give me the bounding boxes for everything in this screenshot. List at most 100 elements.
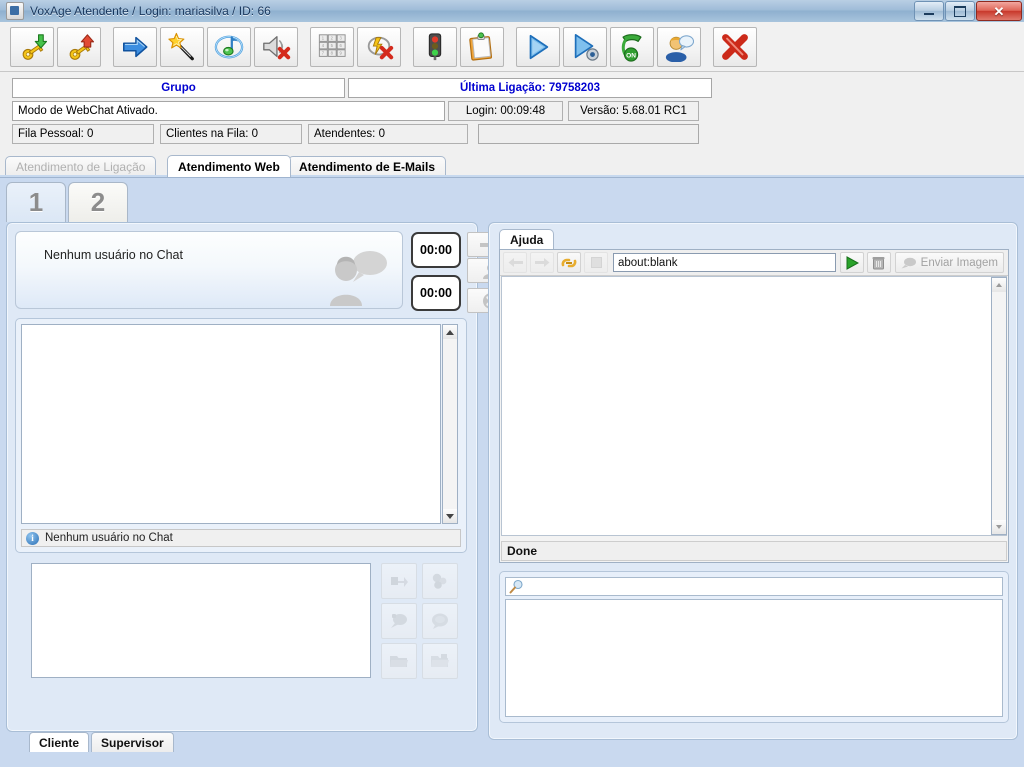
traffic-light-icon (428, 32, 442, 60)
sub-tab-label: Supervisor (101, 735, 164, 750)
audio-button[interactable] (207, 26, 251, 67)
title-bar: VoxAge Atendente / Login: mariasilva / I… (0, 0, 1024, 23)
trash-icon (872, 256, 885, 269)
agent-chat-button[interactable] (657, 26, 701, 67)
search-row[interactable] (505, 577, 1003, 596)
composer-button-grid (381, 563, 459, 679)
browser-reload-button[interactable] (557, 252, 581, 273)
chat-transcript[interactable] (21, 324, 441, 524)
form-button[interactable] (460, 26, 504, 67)
browser-toolbar: about:blank Enviar Imagem (500, 250, 1008, 276)
speaker-mute-icon (263, 35, 291, 59)
music-note-icon (214, 35, 244, 58)
session-tab-2[interactable]: 2 (68, 182, 128, 222)
logout-key-button[interactable] (57, 26, 101, 67)
attach-icon (432, 573, 447, 589)
chat-header-text: Nenhum usuário no Chat (44, 248, 183, 262)
java-coffee-cup-icon (6, 2, 24, 20)
exit-button[interactable] (713, 26, 757, 67)
search-results[interactable] (505, 599, 1003, 717)
close-button[interactable]: ✕ (976, 1, 1022, 21)
session-tab-1[interactable]: 1 (6, 182, 66, 222)
chat-status-text: Nenhum usuário no Chat (45, 532, 173, 544)
chat-header-box: Nenhum usuário no Chat (15, 231, 403, 309)
keypad-icon: 123 456 789 (318, 33, 346, 57)
user-chat-icon (665, 34, 694, 62)
traffic-light-button[interactable] (413, 26, 457, 67)
search-panel (499, 571, 1009, 723)
play-record-icon (574, 33, 599, 61)
scroll-track[interactable] (443, 339, 457, 509)
browser-back-button[interactable] (503, 252, 527, 273)
login-key-icon (22, 33, 47, 60)
magnifier-icon (509, 579, 523, 594)
svg-text:ON: ON (626, 52, 636, 59)
keypad-button[interactable]: 123 456 789 (310, 26, 354, 67)
chat-pane: Nenhum usuário no Chat 00:00 00:00 i Nen… (6, 222, 515, 752)
magic-wand-star-icon (168, 32, 194, 60)
login-timer-field: Login: 00:09:48 (448, 101, 563, 121)
clipboard-icon (469, 31, 493, 61)
link-chain-icon (561, 258, 577, 267)
sub-tab-label: Cliente (39, 735, 80, 750)
blue-arrow-right-icon (123, 36, 148, 57)
window-controls: ✕ (913, 1, 1022, 21)
url-input[interactable]: about:blank (613, 253, 836, 272)
help-page-content[interactable] (501, 276, 1007, 536)
scroll-down-arrow[interactable] (992, 520, 1006, 534)
scroll-up-arrow[interactable] (992, 278, 1006, 292)
mute-button[interactable] (254, 26, 298, 67)
play-record-button[interactable] (563, 26, 607, 67)
scroll-down-arrow[interactable] (443, 509, 457, 523)
minimize-button[interactable] (914, 1, 944, 21)
help-pane: Ajuda about:blank Enviar Imagem Done (488, 222, 1018, 740)
versao-field: Versão: 5.68.01 RC1 (568, 101, 699, 121)
login-key-button[interactable] (10, 26, 54, 67)
scroll-track[interactable] (992, 292, 1006, 520)
wizard-button[interactable] (160, 26, 204, 67)
send-file-button[interactable] (381, 563, 417, 599)
atendentes-field: Atendentes: 0 (308, 124, 468, 144)
sub-tab-supervisor[interactable]: Supervisor (91, 732, 174, 752)
speech-bubble-button[interactable] (422, 603, 458, 639)
red-x-icon (722, 33, 748, 60)
folder-send-icon (390, 656, 408, 667)
content-area: 1 2 Nenhum usuário no Chat 00:00 00:00 i… (0, 177, 1024, 767)
tab-atendimento-de-ligacao[interactable]: Atendimento de Ligação (5, 156, 157, 177)
help-browser: about:blank Enviar Imagem Done (499, 249, 1009, 563)
quick-reply-button[interactable] (381, 603, 417, 639)
phone-on-icon: ON (621, 33, 642, 62)
browser-stop-button[interactable] (584, 252, 608, 273)
forward-button[interactable] (113, 26, 157, 67)
maximize-button[interactable] (945, 1, 975, 21)
tab-label: Atendimento de E-Mails (299, 160, 436, 174)
sub-tab-cliente[interactable]: Cliente (29, 732, 90, 752)
send-file-icon (391, 577, 408, 587)
chat-timer-top: 00:00 (411, 232, 461, 268)
stop-icon (590, 257, 602, 268)
help-scrollbar[interactable] (991, 277, 1007, 535)
browser-forward-button[interactable] (530, 252, 554, 273)
chat-transcript-box: i Nenhum usuário no Chat (15, 318, 467, 553)
browser-clear-button[interactable] (866, 252, 891, 273)
tab-atendimento-de-emails[interactable]: Atendimento de E-Mails (288, 156, 447, 177)
tab-ajuda[interactable]: Ajuda (499, 229, 555, 249)
main-toolbar: 123 456 789 ON (0, 22, 1024, 72)
attach-button[interactable] (422, 563, 458, 599)
folder-send-button[interactable] (381, 643, 417, 679)
phone-on-button[interactable]: ON (610, 26, 654, 67)
browser-go-button[interactable] (839, 252, 864, 273)
message-input[interactable] (31, 563, 371, 678)
send-image-label: Enviar Imagem (920, 256, 998, 269)
scroll-up-arrow[interactable] (443, 325, 457, 339)
folder-button[interactable] (422, 643, 458, 679)
session-tab-label: 2 (90, 187, 106, 217)
status-strip: Grupo Última Ligação: 79758203 Modo de W… (0, 72, 1024, 150)
fila-pessoal-field: Fila Pessoal: 0 (12, 124, 154, 144)
tab-atendimento-web[interactable]: Atendimento Web (167, 155, 291, 177)
chat-scrollbar[interactable] (442, 324, 458, 524)
send-image-button[interactable]: Enviar Imagem (894, 252, 1004, 273)
play-button[interactable] (516, 26, 560, 67)
ultima-ligacao-field: Última Ligação: 79758203 (348, 78, 712, 98)
disconnect-button[interactable] (357, 26, 401, 67)
